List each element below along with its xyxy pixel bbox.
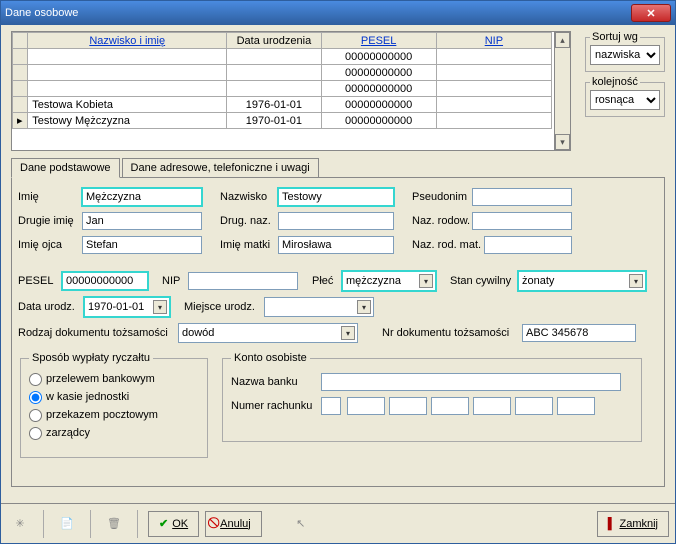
delete-icon[interactable]: 🗑	[101, 511, 127, 537]
radio-kasa[interactable]: w kasie jednostki	[29, 388, 199, 406]
tab-basic[interactable]: Dane podstawowe	[11, 158, 120, 178]
close-button[interactable]: ✕	[631, 4, 671, 22]
group-konto: Konto osobiste Nazwa banku Numer rachunk…	[222, 352, 642, 442]
input-nazwisko[interactable]	[278, 188, 394, 206]
toolbar: ✳ 📄 🗑 ✔OK ⃠Anuluj ↖ ▌Zamknij	[1, 503, 675, 543]
grid-corner	[13, 33, 28, 49]
select-stan[interactable]: żonaty▾	[518, 271, 646, 291]
input-imieojca[interactable]	[82, 236, 202, 254]
input-numerrach-5[interactable]	[473, 397, 511, 415]
chevron-down-icon: ▾	[419, 274, 433, 288]
col-nip[interactable]: NIP	[485, 35, 503, 47]
new-icon[interactable]: ✳	[7, 511, 33, 537]
table-row[interactable]: 00000000000	[13, 49, 552, 65]
input-pseudonim[interactable]	[472, 188, 572, 206]
radio-przekaz[interactable]: przekazem pocztowym	[29, 406, 199, 424]
table-row[interactable]: ▸Testowy Mężczyzna1970-01-0100000000000	[13, 113, 552, 129]
window: Dane osobowe ✕ Nazwisko i imię Data urod…	[0, 0, 676, 544]
sort-panel: Sortuj wg nazwiska kolejność rosnąca	[585, 31, 665, 121]
input-nazrodmat[interactable]	[484, 236, 572, 254]
label-imie: Imię	[18, 191, 82, 203]
input-drugnaz[interactable]	[278, 212, 394, 230]
label-nazrodow: Naz. rodow.	[412, 215, 472, 227]
close-action-button[interactable]: ▌Zamknij	[597, 511, 669, 537]
label-nip: NIP	[162, 275, 188, 287]
col-name[interactable]: Nazwisko i imię	[89, 35, 165, 47]
label-nazwisko: Nazwisko	[220, 191, 278, 203]
input-imiematki[interactable]	[278, 236, 394, 254]
tabstrip: Dane podstawowe Dane adresowe, telefonic…	[11, 157, 321, 177]
chevron-down-icon: ▾	[341, 326, 355, 340]
label-plec: Płeć	[312, 275, 342, 287]
radio-przelew[interactable]: przelewem bankowym	[29, 370, 199, 388]
group-sposob: Sposób wypłaty ryczałtu przelewem bankow…	[20, 352, 208, 458]
input-imie[interactable]	[82, 188, 202, 206]
scroll-down-icon[interactable]: ▾	[555, 134, 570, 150]
radio-zarzadcy[interactable]: zarządcy	[29, 424, 199, 442]
label-nazrodmat: Naz. rod. mat.	[412, 239, 484, 251]
col-dob[interactable]: Data urodzenia	[227, 33, 321, 49]
chevron-down-icon: ▾	[153, 300, 167, 314]
table-row[interactable]: 00000000000	[13, 81, 552, 97]
label-nazwabanku: Nazwa banku	[231, 376, 321, 388]
input-numerrach-4[interactable]	[431, 397, 469, 415]
door-icon: ▌	[608, 518, 616, 530]
label-nrdok: Nr dokumentu tożsamości	[382, 327, 522, 339]
tab-panel-basic: Imię Nazwisko Pseudonim Drugie imię Drug…	[11, 177, 665, 487]
label-imieojca: Imię ojca	[18, 239, 82, 251]
input-numerrach-3[interactable]	[389, 397, 427, 415]
select-plec[interactable]: mężczyzna▾	[342, 271, 436, 291]
input-nazrodow[interactable]	[472, 212, 572, 230]
window-title: Dane osobowe	[5, 7, 78, 19]
label-pseudonim: Pseudonim	[412, 191, 472, 203]
label-numerrach: Numer rachunku	[231, 400, 321, 412]
content-area: Nazwisko i imię Data urodzenia PESEL NIP…	[1, 25, 675, 543]
legend-sposob: Sposób wypłaty ryczałtu	[29, 352, 153, 364]
data-grid[interactable]: Nazwisko i imię Data urodzenia PESEL NIP…	[11, 31, 571, 151]
sort-by-group: Sortuj wg nazwiska	[585, 31, 665, 72]
sort-by-legend: Sortuj wg	[590, 31, 640, 43]
label-imiematki: Imię matki	[220, 239, 278, 251]
chevron-down-icon: ▾	[357, 300, 371, 314]
chevron-down-icon: ▾	[629, 274, 643, 288]
input-numerrach-6[interactable]	[515, 397, 553, 415]
input-drugieimie[interactable]	[82, 212, 202, 230]
col-pesel[interactable]: PESEL	[361, 35, 396, 47]
input-numerrach-2[interactable]	[347, 397, 385, 415]
input-nrdok[interactable]	[522, 324, 636, 342]
input-numerrach-7[interactable]	[557, 397, 595, 415]
tab-address[interactable]: Dane adresowe, telefoniczne i uwagi	[122, 158, 319, 178]
select-miejsceurodz[interactable]: ▾	[264, 297, 374, 317]
input-pesel[interactable]	[62, 272, 148, 290]
grid-scrollbar[interactable]: ▴ ▾	[554, 32, 570, 150]
label-drugnaz: Drug. naz.	[220, 215, 278, 227]
input-nip[interactable]	[188, 272, 298, 290]
sort-order-legend: kolejność	[590, 76, 640, 88]
table-row[interactable]: Testowa Kobieta1976-01-0100000000000	[13, 97, 552, 113]
date-dataurodz[interactable]: 1970-01-01▾	[84, 297, 170, 317]
table-row[interactable]: 00000000000	[13, 65, 552, 81]
sort-order-select[interactable]: rosnąca	[590, 90, 660, 110]
input-numerrach-1[interactable]	[321, 397, 341, 415]
label-miejsceurodz: Miejsce urodz.	[184, 301, 264, 313]
label-pesel: PESEL	[18, 275, 62, 287]
sort-order-group: kolejność rosnąca	[585, 76, 665, 117]
ok-button[interactable]: ✔OK	[148, 511, 199, 537]
copy-icon[interactable]: 📄	[54, 511, 80, 537]
label-rodzdok: Rodzaj dokumentu tożsamości	[18, 327, 178, 339]
label-stan: Stan cywilny	[450, 275, 518, 287]
cursor-icon: ↖	[288, 511, 314, 537]
check-icon: ✔	[159, 517, 168, 530]
input-nazwabanku[interactable]	[321, 373, 621, 391]
titlebar: Dane osobowe ✕	[1, 1, 675, 25]
select-rodzdok[interactable]: dowód▾	[178, 323, 358, 343]
sort-by-select[interactable]: nazwiska	[590, 45, 660, 65]
scroll-up-icon[interactable]: ▴	[555, 32, 570, 48]
label-drugieimie: Drugie imię	[18, 215, 82, 227]
label-dataurodz: Data urodz.	[18, 301, 84, 313]
row-indicator-icon: ▸	[13, 113, 28, 129]
legend-konto: Konto osobiste	[231, 352, 310, 364]
cancel-button[interactable]: ⃠Anuluj	[205, 511, 262, 537]
